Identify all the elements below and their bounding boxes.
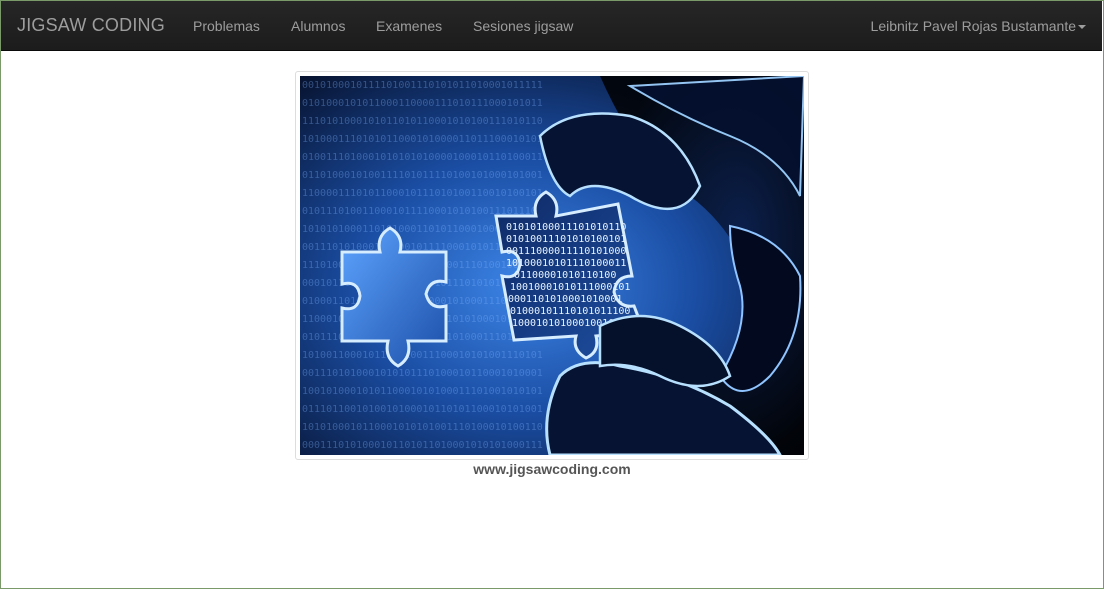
svg-text:010100010101100011000011101011: 0101000101011000110000111010111000101011 — [302, 98, 543, 109]
svg-text:001110101000101010111010001011: 0011101010001010101110100010110001010001 — [302, 368, 543, 379]
svg-text:10100010101110100011: 10100010101110100011 — [506, 258, 626, 269]
svg-text:001010001011110100111010101101: 0010100010111101001110101011010001011111 — [302, 80, 543, 91]
svg-text:011010001010011110101111010010: 0110100010100111101011110100101000101001 — [302, 170, 543, 181]
svg-text:01010100011101010110: 01010100011101010110 — [506, 222, 626, 233]
svg-text:011101100101001010001011010110: 0111011001010010100010110101100010101001 — [302, 404, 543, 415]
jigsaw-binary-hand-image: 0010100010111101001110101011010001011111… — [300, 76, 804, 455]
svg-text:01010011101010100101: 01010011101010100101 — [506, 234, 626, 245]
svg-text:0001101010001010001: 0001101010001010001 — [508, 294, 622, 305]
svg-text:01000101110101011100: 01000101110101011100 — [510, 306, 630, 317]
caret-down-icon — [1078, 25, 1086, 30]
svg-text:101000111010101100010100001101: 1010001110101011000101000011011100010101 — [302, 134, 543, 145]
svg-text:000111010100010110101101000101: 0001110101000101101011010001010101000111 — [302, 440, 543, 451]
brand-link[interactable]: JIGSAW CODING — [17, 15, 165, 36]
svg-text:01100001010110100: 01100001010110100 — [514, 270, 616, 281]
svg-text:111010100010101101011000101010: 1110101000101011010110001010100111010110 — [302, 116, 543, 127]
user-menu-dropdown[interactable]: Leibnitz Pavel Rojas Bustamante — [871, 18, 1086, 34]
svg-text:00111000011110101000: 00111000011110101000 — [506, 246, 626, 257]
svg-text:101001100010110101001110001010: 1010011000101101010011100010101001110101 — [302, 350, 543, 361]
svg-text:100101000101011000101010001110: 1001010001010110001010100011101001010101 — [302, 386, 543, 397]
user-name: Leibnitz Pavel Rojas Bustamante — [870, 18, 1076, 34]
site-url-caption: www.jigsawcoding.com — [473, 461, 631, 477]
svg-text:101010001011000101010100111010: 1010100010110001010101001110100010100110 — [302, 422, 543, 433]
nav-item-alumnos[interactable]: Alumnos — [291, 18, 345, 34]
svg-text:10010001010111000101: 10010001010111000101 — [510, 282, 630, 293]
nav-item-examenes[interactable]: Examenes — [376, 18, 442, 34]
nav-item-problemas[interactable]: Problemas — [193, 18, 260, 34]
hero-image-frame: 0010100010111101001110101011010001011111… — [295, 71, 809, 460]
top-navbar: JIGSAW CODING Problemas Alumnos Examenes… — [1, 1, 1102, 51]
svg-text:010011101000101010101000010001: 0100111010001010101010000100010110100011 — [302, 152, 543, 163]
svg-text:110000111010110001011101010011: 1100001110101100010111010100110010100101 — [302, 188, 543, 199]
nav-item-sesiones-jigsaw[interactable]: Sesiones jigsaw — [473, 18, 573, 34]
